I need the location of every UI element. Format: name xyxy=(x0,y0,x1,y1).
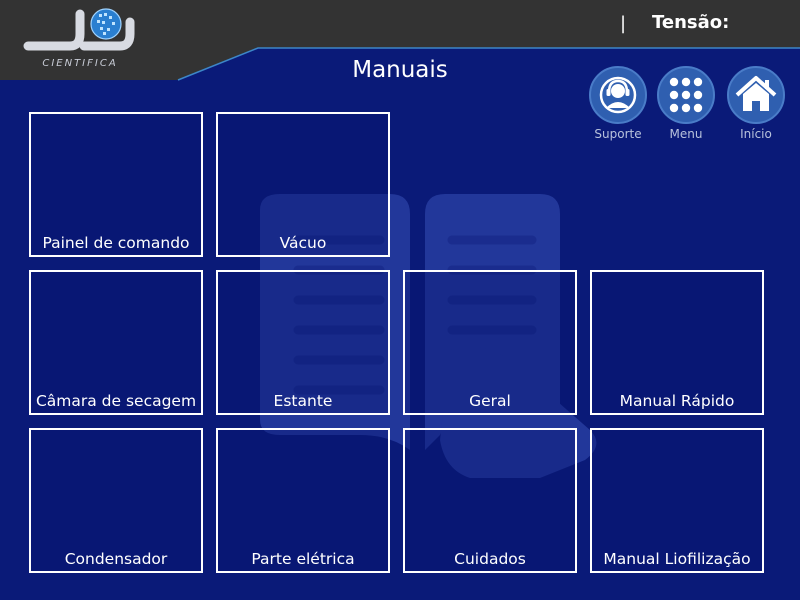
manual-tile-general[interactable]: Geral xyxy=(403,270,577,415)
tile-label: Cuidados xyxy=(454,550,526,568)
support-button[interactable]: Suporte xyxy=(587,66,649,144)
tile-label: Painel de comando xyxy=(42,234,190,252)
home-icon xyxy=(727,66,785,124)
manual-tile-condenser[interactable]: Condensador xyxy=(29,428,203,573)
page-title: Manuais xyxy=(352,57,448,83)
manual-tile-care[interactable]: Cuidados xyxy=(403,428,577,573)
manual-tile-quick-manual[interactable]: Manual Rápido xyxy=(590,270,764,415)
manual-tile-lyophilization-manual[interactable]: Manual Liofilização xyxy=(590,428,764,573)
menu-button[interactable]: Menu xyxy=(655,66,717,144)
manual-tile-control-panel[interactable]: Painel de comando xyxy=(29,112,203,257)
headset-icon xyxy=(589,66,647,124)
support-label: Suporte xyxy=(594,127,642,141)
logo-subtitle: CIENTIFICA xyxy=(42,58,118,69)
manual-tile-shelf[interactable]: Estante xyxy=(216,270,390,415)
tile-label: Estante xyxy=(273,392,333,410)
tile-label: Geral xyxy=(469,392,511,410)
tile-label: Manual Liofilização xyxy=(603,550,751,568)
home-label: Início xyxy=(740,127,772,141)
voltage-label: Tensão: xyxy=(652,12,730,33)
menu-label: Menu xyxy=(669,127,703,141)
manual-tile-electrical[interactable]: Parte elétrica xyxy=(216,428,390,573)
manual-tile-drying-chamber[interactable]: Câmara de secagem xyxy=(29,270,203,415)
tile-label: Manual Rápido xyxy=(619,392,735,410)
home-button[interactable]: Início xyxy=(725,66,787,144)
tile-label: Vácuo xyxy=(279,234,327,252)
tile-label: Condensador xyxy=(64,550,168,568)
manual-tile-vacuum[interactable]: Vácuo xyxy=(216,112,390,257)
grid-menu-icon xyxy=(657,66,715,124)
header-separator: | xyxy=(620,13,627,34)
tile-label: Câmara de secagem xyxy=(35,392,197,410)
tile-label: Parte elétrica xyxy=(251,550,355,568)
